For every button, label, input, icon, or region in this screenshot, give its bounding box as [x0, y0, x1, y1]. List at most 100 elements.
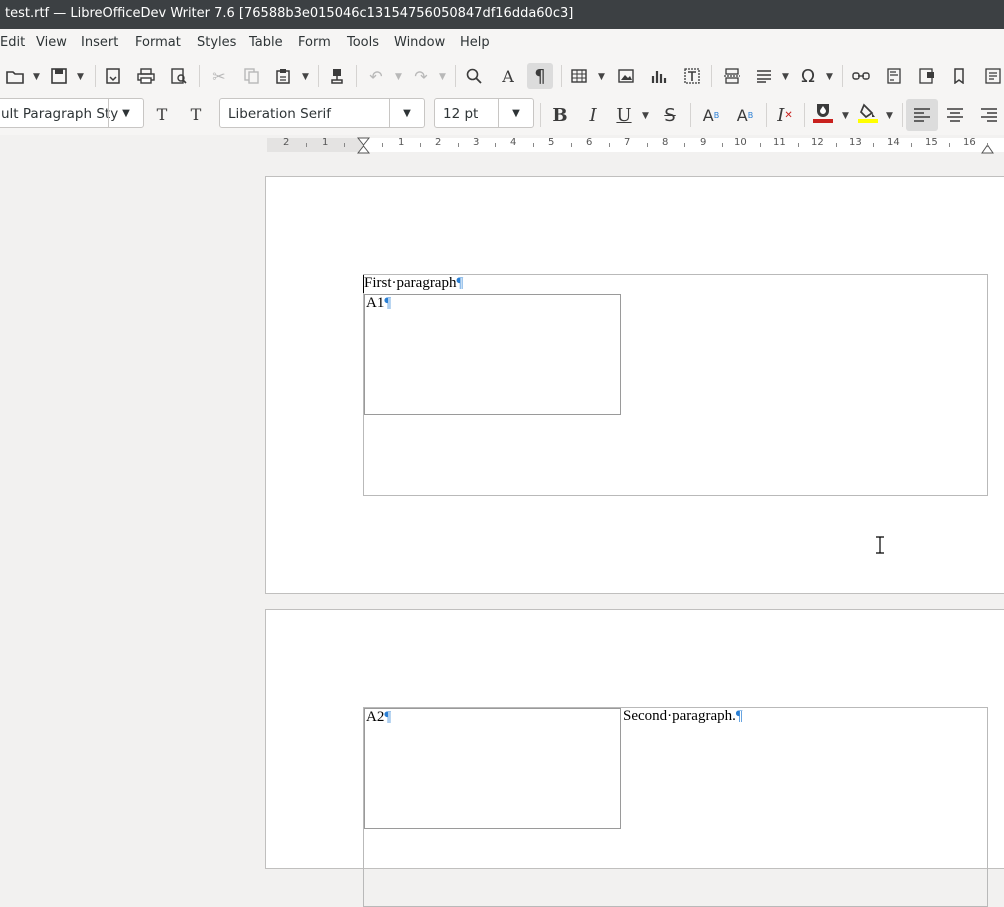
insert-cross-reference-icon[interactable]: [980, 63, 1004, 89]
ruler-label: 1: [322, 137, 329, 148]
align-center-icon[interactable]: [942, 102, 968, 128]
copy-icon[interactable]: [239, 63, 265, 89]
font-name-box[interactable]: Liberation Serif ▼: [219, 98, 425, 128]
export-pdf-icon[interactable]: [100, 63, 126, 89]
font-color-dropdown-icon[interactable]: ▼: [842, 111, 849, 121]
redo-icon[interactable]: ↷: [408, 63, 434, 89]
font-size-box[interactable]: 12 pt ▼: [434, 98, 534, 128]
paragraph-style-dropdown-icon[interactable]: ▼: [108, 99, 143, 127]
menu-view[interactable]: View: [36, 35, 67, 50]
underline-icon[interactable]: U: [611, 102, 637, 128]
cut-icon[interactable]: ✂: [206, 63, 232, 89]
insert-page-break-icon[interactable]: [719, 63, 745, 89]
text-cursor: [363, 275, 364, 293]
highlight-color-icon[interactable]: [855, 100, 881, 126]
table-dropdown-icon[interactable]: ▼: [598, 72, 605, 82]
pilcrow-mark: ¶: [735, 708, 743, 724]
font-size-dropdown-icon[interactable]: ▼: [498, 99, 533, 127]
menu-edit[interactable]: Edit: [0, 35, 25, 50]
font-size-value: 12 pt: [443, 106, 479, 122]
clear-formatting-icon[interactable]: I ✕: [772, 102, 798, 128]
new-style-icon[interactable]: T: [183, 101, 209, 127]
insert-hyperlink-icon[interactable]: [848, 63, 874, 89]
ruler-left-margin: [267, 138, 363, 152]
strikethrough-icon[interactable]: S: [657, 102, 683, 128]
pilcrow-mark: ¶: [384, 295, 392, 311]
insert-text-box-icon[interactable]: [679, 63, 705, 89]
undo-icon[interactable]: ↶: [363, 63, 389, 89]
ruler-tick: [457, 143, 459, 147]
indent-marker-icon[interactable]: [357, 137, 371, 154]
menu-form[interactable]: Form: [298, 35, 331, 50]
menu-window[interactable]: Window: [394, 35, 445, 50]
print-preview-icon[interactable]: [166, 63, 192, 89]
text-frame-a2[interactable]: A2¶: [364, 708, 621, 829]
horizontal-ruler[interactable]: 2 1 1 2 3 4 5 6 7 8 9 10 11 12 13 14 15 …: [267, 136, 1004, 154]
bold-icon[interactable]: B: [547, 102, 573, 128]
font-color-icon[interactable]: [810, 100, 836, 126]
paragraph-style-value: ult Paragraph Sty: [1, 106, 119, 122]
clone-formatting-icon[interactable]: [324, 63, 350, 89]
spelling-icon[interactable]: A: [495, 63, 521, 89]
ruler-label: 2: [435, 137, 442, 148]
insert-field-icon[interactable]: [751, 63, 777, 89]
document-page-1[interactable]: First·paragraph¶ A1¶: [265, 176, 1004, 594]
menu-table[interactable]: Table: [249, 35, 283, 50]
subscript-icon[interactable]: AB: [732, 102, 758, 128]
insert-table-icon[interactable]: [566, 63, 592, 89]
align-right-icon[interactable]: [976, 102, 1002, 128]
insert-comment-icon[interactable]: [914, 63, 940, 89]
print-icon[interactable]: [133, 63, 159, 89]
first-paragraph[interactable]: First·paragraph¶: [364, 275, 463, 292]
menu-format[interactable]: Format: [135, 35, 181, 50]
underline-dropdown-icon[interactable]: ▼: [642, 111, 649, 121]
toolbar-separator: [455, 65, 456, 87]
insert-image-icon[interactable]: [613, 63, 639, 89]
ruler-tick: [759, 143, 761, 147]
paragraph-style-box[interactable]: ult Paragraph Sty ▼: [0, 98, 144, 128]
find-replace-icon[interactable]: [461, 63, 487, 89]
ruler-tick: [495, 143, 497, 147]
right-indent-marker-icon[interactable]: [981, 142, 995, 154]
ruler-label: 11: [773, 137, 786, 148]
field-dropdown-icon[interactable]: ▼: [782, 72, 789, 82]
highlight-dropdown-icon[interactable]: ▼: [886, 111, 893, 121]
standard-toolbar: ▼ ▼ ✂ ▼ ↶ ▼ ↷ ▼ A ¶ ▼ ▼ Ω ▼: [0, 57, 1004, 95]
ruler-tick: [570, 143, 572, 147]
special-character-icon[interactable]: Ω: [795, 63, 821, 89]
ruler-label: 15: [925, 137, 938, 148]
superscript-icon[interactable]: AB: [698, 102, 724, 128]
ruler-tick: [948, 143, 950, 147]
open-dropdown-icon[interactable]: ▼: [33, 72, 40, 82]
insert-chart-icon[interactable]: [646, 63, 672, 89]
save-dropdown-icon[interactable]: ▼: [77, 72, 84, 82]
title-bar: test.rtf — LibreOfficeDev Writer 7.6 [76…: [0, 0, 1004, 29]
menu-tools[interactable]: Tools: [347, 35, 379, 50]
update-style-icon[interactable]: T: [149, 101, 175, 127]
ruler-tick: [986, 143, 988, 147]
undo-dropdown-icon[interactable]: ▼: [395, 72, 402, 82]
formatting-toolbar: ult Paragraph Sty ▼ T T Liberation Serif…: [0, 95, 1004, 135]
second-paragraph[interactable]: Second·paragraph.¶: [623, 708, 743, 725]
ruler-label: 10: [734, 137, 747, 148]
ruler-tick: [306, 143, 308, 147]
paste-dropdown-icon[interactable]: ▼: [302, 72, 309, 82]
menu-insert[interactable]: Insert: [81, 35, 118, 50]
menu-help[interactable]: Help: [460, 35, 490, 50]
document-page-2[interactable]: A2¶ Second·paragraph.¶: [265, 609, 1004, 907]
align-left-icon[interactable]: [906, 99, 938, 131]
insert-bookmark-icon[interactable]: [947, 63, 973, 89]
toolbar-separator: [561, 65, 562, 87]
text-frame-a1[interactable]: A1¶: [364, 294, 621, 415]
redo-dropdown-icon[interactable]: ▼: [439, 72, 446, 82]
paste-icon[interactable]: [271, 63, 297, 89]
special-character-dropdown-icon[interactable]: ▼: [826, 72, 833, 82]
formatting-marks-icon[interactable]: ¶: [527, 63, 553, 89]
menu-styles[interactable]: Styles: [197, 35, 236, 50]
insert-footnote-icon[interactable]: [881, 63, 907, 89]
italic-icon[interactable]: I: [580, 102, 606, 128]
save-icon[interactable]: [46, 63, 72, 89]
font-name-dropdown-icon[interactable]: ▼: [389, 99, 424, 127]
open-folder-icon[interactable]: [2, 63, 28, 89]
ruler-label: 8: [662, 137, 669, 148]
